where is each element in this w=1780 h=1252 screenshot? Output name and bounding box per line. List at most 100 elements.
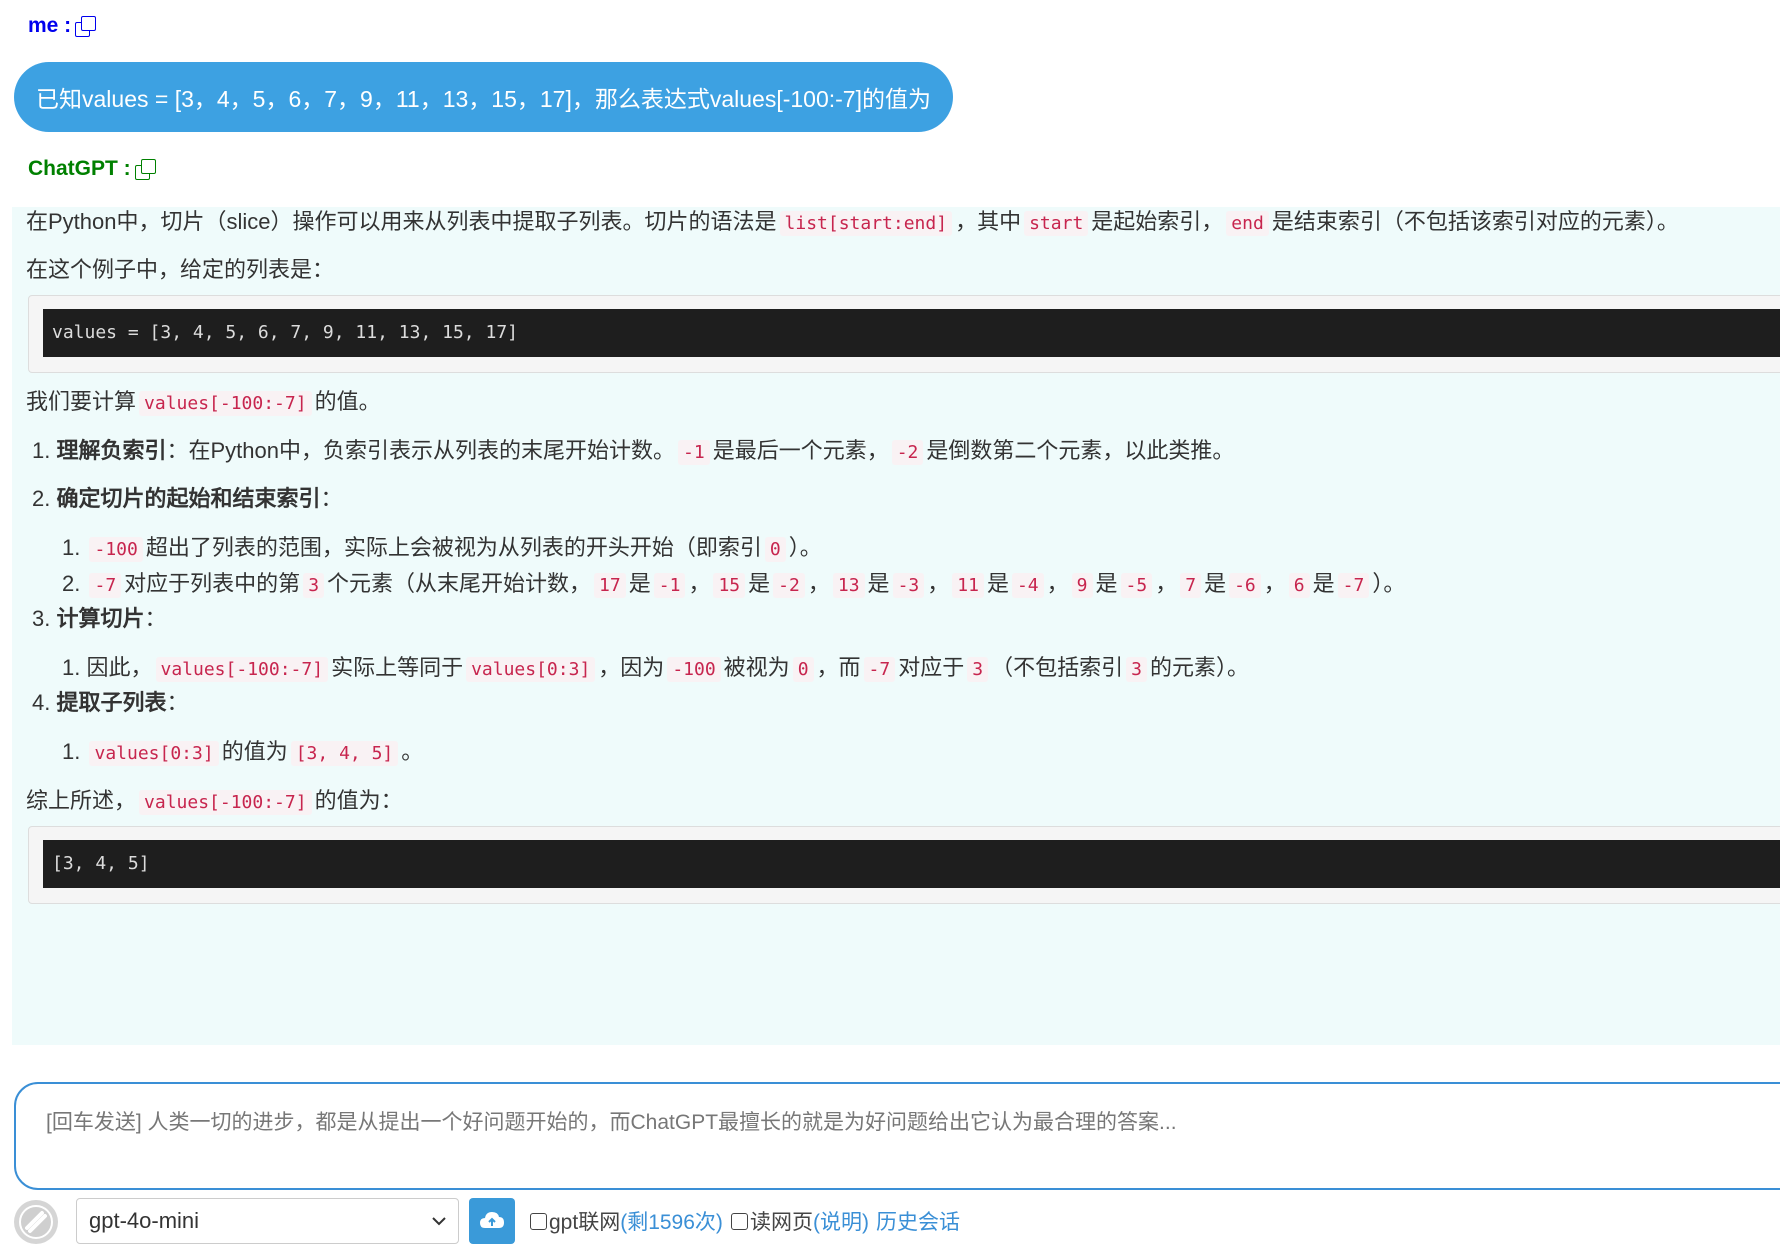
step-text: ： [144,606,167,631]
step-text: ：在Python中，负索引表示从列表的末尾开始计数。 [166,438,676,463]
step-text: 是 [628,571,651,596]
model-select[interactable]: gpt-4o-mini [76,1198,459,1244]
step-text: ，因为 [598,655,665,680]
inline-code: -100 [667,657,721,682]
list-item-step-2-2: 2. -7 对应于列表中的第 3 个元素（从末尾开始计数， 17 是 -1， 15 是 -2， 13… [62,569,1405,601]
inline-code: -7 [863,657,896,682]
step-title: 计算切片 [56,606,145,631]
list-item-step-4: 4. 提取子列表： [32,688,189,718]
inline-code: 3 [967,657,989,682]
index-pairs: 17 是 -1， 15 是 -2， 13 是 -3， 11 是 -4， 9 是 -5， 7 是 -6， 6 是 -7）。 [591,571,1406,598]
step-text: ， [1046,571,1069,596]
step-text: 是 [1204,571,1227,596]
inline-code: -7 [89,573,122,598]
inline-code: 6 [1288,573,1310,598]
step-text: 是最后一个元素， [712,438,889,463]
logo-icon [14,1200,58,1244]
assistant-answer-panel: 在Python中，切片（slice）操作可以用来从列表中提取子列表。切片的语法是… [12,207,1780,1045]
step-text: ： [320,486,343,511]
read-page-checkbox[interactable] [731,1212,748,1230]
step-text: ， [688,571,711,596]
cloud-upload-icon [480,1212,504,1228]
step-text: ， [807,571,830,596]
compute-paragraph: 我们要计算 values[-100:-7] 的值。 [26,387,381,419]
copy-icon[interactable] [75,16,97,37]
inline-code: -6 [1229,573,1261,598]
user-question-text: 已知values = [3，4，5，6，7，9，11，13，15，17]，那么表… [36,86,931,112]
step-text: 是 [748,571,771,596]
list-number: 1. [62,739,81,764]
user-label: me : [28,14,97,38]
step-text: （不包括索引 [991,655,1124,680]
inline-code: -2 [891,440,924,465]
inline-code: 0 [764,537,786,562]
list-number: 1. [62,655,81,680]
inline-code: -7 [1337,573,1370,598]
step-text: 超出了列表的范围，实际上会被视为从列表的开头开始（即索引 [145,535,762,560]
list-item-step-2-1: 1. -100 超出了列表的范围，实际上会被视为从列表的开头开始（即索引 0）。 [62,533,822,565]
web-search-toggle[interactable]: gpt联网 (剩1596次) [530,1206,723,1236]
read-page-help-link[interactable]: (说明) [813,1206,869,1236]
upload-button[interactable] [469,1198,515,1244]
chevron-down-icon [432,1217,446,1226]
compute-text: 我们要计算 [26,389,137,414]
list-number: 1. [32,438,51,463]
code-block: [3, 4, 5] [28,826,1780,904]
user-question-bubble: 已知values = [3，4，5，6，7，9，11，13，15，17]，那么表… [14,62,953,132]
inline-code: -1 [653,573,686,598]
inline-code: values[-100:-7] [155,657,329,682]
step-text: ， [1263,571,1286,596]
list-number: 1. [62,535,81,560]
step-text: ）。 [788,535,822,560]
step-text: 是 [986,571,1009,596]
inline-code: 3 [1126,657,1147,682]
step-text: 对应于 [898,655,965,680]
step-text: 。 [401,739,424,764]
inline-code: list[start:end] [779,211,953,236]
assistant-label: ChatGPT : [28,157,156,181]
step-text: 是 [1095,571,1118,596]
step-text: ， [927,571,950,596]
inline-code: -1 [678,440,710,465]
code-block-content: [3, 4, 5] [43,840,1780,888]
inline-code: -5 [1120,573,1153,598]
inline-code: start [1024,211,1089,236]
inline-code: -2 [773,573,805,598]
inline-code: [3, 4, 5] [290,741,399,766]
intro-text: 是结束索引（不包括该索引对应的元素）。 [1271,209,1679,234]
intro-text: ，其中 [955,209,1022,234]
copy-icon[interactable] [134,159,156,180]
inline-code: 7 [1180,573,1202,598]
summary-text: 的值为： [314,788,403,813]
web-search-checkbox[interactable] [530,1212,547,1230]
intro-text: 在Python中，切片（slice）操作可以用来从列表中提取子列表。切片的语法是 [26,209,777,234]
inline-code: values[0:3] [89,741,219,766]
summary-text: 综上所述， [26,788,137,813]
step-title: 确定切片的起始和结束索引 [56,486,321,511]
logo-icon-graphic [19,1205,53,1239]
inline-code: end [1226,211,1269,236]
code-block-content: values = [3, 4, 5, 6, 7, 9, 11, 13, 15, … [43,309,1780,357]
inline-code: 3 [303,573,325,598]
step-text: 对应于列表中的第 [124,571,301,596]
user-label-text: me : [28,14,72,37]
chat-input-box[interactable] [14,1082,1780,1190]
step-text: 的值为 [221,739,288,764]
list-item-step-1: 1. 理解负索引：在Python中，负索引表示从列表的末尾开始计数。 -1 是最后一… [32,436,1234,468]
step-title: 提取子列表 [56,690,167,715]
list-number: 2. [32,486,51,511]
step-title: 理解负索引 [56,438,167,463]
list-number: 2. [62,571,81,596]
inline-code: values[-100:-7] [139,391,312,416]
intro-text: 是起始索引， [1091,209,1224,234]
read-page-toggle[interactable]: 读网页 (说明) [731,1206,869,1236]
list-item-step-4-1: 1. values[0:3] 的值为 [3, 4, 5]。 [62,737,423,769]
step-text: ： [166,690,189,715]
inline-code: values[-100:-7] [139,790,312,815]
history-link[interactable]: 历史会话 [876,1206,960,1236]
step-text: ）。 [1372,571,1406,596]
chat-input[interactable] [44,1104,1748,1178]
summary-paragraph: 综上所述， values[-100:-7] 的值为： [26,786,403,818]
inline-code: 13 [832,573,865,598]
step-text: 是 [867,571,890,596]
